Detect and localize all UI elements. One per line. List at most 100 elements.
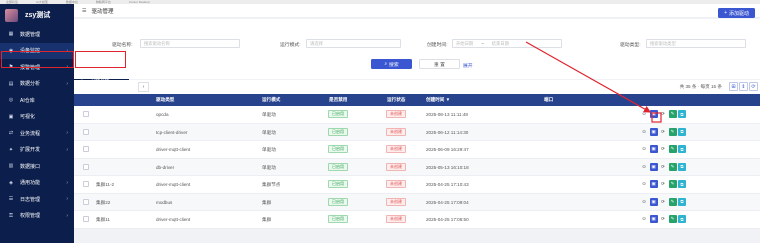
- total-count: 共 35 条 · 每页 15 条: [679, 84, 722, 89]
- sidebar-item-data-api[interactable]: ▥ 数据接口: [0, 158, 74, 175]
- sync-icon[interactable]: ⟳: [659, 198, 667, 206]
- edit-icon[interactable]: ✎: [668, 110, 677, 118]
- sidebar-item-label: 数据接口: [20, 163, 41, 170]
- column-header[interactable]: 是否禁用: [329, 97, 347, 103]
- row-actions: ⊙ ▣ ⟳ ✎ ⧉: [640, 215, 686, 223]
- sidebar-item-ai[interactable]: ◎ AI仓库: [0, 92, 74, 109]
- edit-icon[interactable]: ✎: [668, 215, 677, 223]
- menu-fold-icon[interactable]: ☰: [82, 8, 86, 14]
- date-range-picker[interactable]: 开始日期 ~ 结束日期: [452, 39, 562, 48]
- lock-icon[interactable]: ⊙: [640, 180, 648, 188]
- enabled-badge: 已启用: [328, 145, 348, 153]
- monitor-icon[interactable]: ▣: [649, 127, 658, 136]
- driver-type-label: 驱动类型:: [620, 43, 641, 48]
- sidebar-item-visual[interactable]: ▣ 可视化: [0, 109, 74, 126]
- reset-button[interactable]: 重 置: [419, 59, 460, 69]
- search-button[interactable]: ⌕ 搜索: [371, 59, 412, 69]
- reset-label: 重 置: [434, 62, 445, 68]
- row-checkbox[interactable]: [83, 128, 89, 135]
- app-name: zsy测试: [25, 12, 51, 19]
- expand-link[interactable]: 展开: [463, 62, 473, 69]
- monitor-icon[interactable]: ▣: [649, 162, 658, 171]
- sidebar-item-label: 设备监控: [20, 48, 41, 55]
- row-actions: ⊙ ▣ ⟳ ✎ ⧉: [640, 197, 686, 206]
- column-header[interactable]: 运行状态: [387, 97, 405, 103]
- sync-icon[interactable]: ⟳: [659, 163, 667, 171]
- add-driver-button[interactable]: + 添加驱动: [718, 8, 755, 18]
- column-header[interactable]: 驱动类型: [156, 97, 174, 103]
- ai-icon: ◎: [8, 97, 14, 104]
- sync-icon[interactable]: ⟳: [659, 128, 667, 136]
- sidebar-item-device-monitor[interactable]: ◉ 设备监控 ›: [0, 42, 74, 59]
- edit-icon[interactable]: ✎: [668, 145, 677, 153]
- next-page-button[interactable]: ›: [138, 82, 149, 92]
- sidebar-item-common[interactable]: ◈ 通用功能 ›: [0, 175, 74, 192]
- sync-icon[interactable]: ⟳: [659, 110, 667, 118]
- mode-cell: 单驱动: [262, 147, 276, 152]
- copy-icon[interactable]: ⧉: [678, 162, 686, 171]
- driver-name-input[interactable]: 搜索驱动名称: [140, 39, 240, 48]
- edit-icon[interactable]: ✎: [668, 127, 677, 136]
- row-checkbox[interactable]: [83, 146, 89, 152]
- sidebar-item-log[interactable]: ☰ 日志管理 ›: [0, 191, 74, 208]
- copy-icon[interactable]: ⧉: [678, 110, 686, 118]
- sidebar: zsy测试 ▦ 数据管理 ◉ 设备监控 › ⚑ 报警管理 › ▤ 数据分析 › ◎ A…: [0, 4, 74, 243]
- sync-icon[interactable]: ⟳: [659, 215, 667, 223]
- monitor-icon[interactable]: ▣: [649, 197, 658, 206]
- density-icon[interactable]: ⇕: [739, 82, 748, 91]
- row-checkbox[interactable]: [83, 163, 89, 170]
- refresh-icon[interactable]: ⟳: [749, 82, 758, 91]
- monitor-icon[interactable]: ▣: [649, 145, 658, 153]
- table-row: opcda 单驱动 已启用 未创建 2025-08-13 11:11:48 ⊙ …: [74, 106, 760, 124]
- sidebar-item-workflow[interactable]: ⇄ 业务流程 ›: [0, 125, 74, 142]
- lock-icon[interactable]: ⊙: [640, 198, 648, 206]
- monitor-icon[interactable]: ▣: [649, 180, 658, 188]
- table-row: 集群22 modbus 集群 已启用 未创建 2025-04-25 17:09:…: [74, 193, 760, 211]
- mode-select[interactable]: 请选择: [306, 39, 401, 48]
- row-actions: ⊙ ▣ ⟳ ✎ ⧉: [640, 110, 686, 118]
- monitor-icon[interactable]: ▣: [649, 110, 658, 118]
- chevron-right-icon: ›: [66, 64, 68, 71]
- row-checkbox[interactable]: [83, 216, 89, 222]
- column-header[interactable]: 创建时间 ▼: [426, 97, 450, 103]
- sidebar-item-analysis[interactable]: ▤ 数据分析 ›: [0, 76, 74, 93]
- edit-icon[interactable]: ✎: [668, 197, 677, 206]
- copy-icon[interactable]: ⧉: [678, 215, 686, 223]
- lock-icon[interactable]: ⊙: [640, 128, 648, 136]
- driver-type-cell: tcp-client-driver: [156, 129, 188, 135]
- row-checkbox[interactable]: [83, 181, 89, 187]
- lock-icon[interactable]: ⊙: [640, 163, 648, 171]
- column-header[interactable]: 运行模式: [262, 97, 280, 103]
- row-checkbox[interactable]: [83, 111, 89, 117]
- status-badge: 未创建: [386, 127, 406, 136]
- sidebar-item-alarm[interactable]: ⚑ 报警管理 ›: [0, 59, 74, 76]
- mode-cell: 集群: [262, 199, 272, 205]
- copy-icon[interactable]: ⧉: [678, 197, 686, 206]
- table-toolbar: › 共 35 条 · 每页 15 条 ⊞ ⇕ ⟳: [74, 80, 760, 94]
- copy-icon[interactable]: ⧉: [678, 127, 686, 136]
- driver-type-cell: driver-mqtt-client: [156, 182, 191, 187]
- edit-icon[interactable]: ✎: [668, 162, 677, 171]
- driver-table: 驱动类型 运行模式 是否禁用 运行状态 创建时间 ▼ 端口 opcda 单驱动 已启用 未…: [74, 94, 760, 229]
- sync-icon[interactable]: ⟳: [659, 180, 667, 188]
- created-time-cell: 2025-08-13 11:11:48: [426, 112, 468, 117]
- sidebar-item-permission[interactable]: ⚿ 权限管理 ›: [0, 208, 74, 225]
- table-row: 集群11 driver-mqtt-client 集群 已启用 未创建 2025-…: [74, 211, 760, 229]
- sidebar-item-extension[interactable]: ✦ 扩展开发 ›: [0, 142, 74, 159]
- column-header[interactable]: 端口: [544, 97, 553, 103]
- column-settings-icon[interactable]: ⊞: [729, 82, 738, 91]
- copy-icon[interactable]: ⧉: [678, 180, 686, 188]
- lock-icon[interactable]: ⊙: [640, 215, 648, 223]
- end-date-placeholder: 结束日期: [491, 40, 509, 46]
- copy-icon[interactable]: ⧉: [678, 145, 686, 153]
- sync-icon[interactable]: ⟳: [659, 145, 667, 153]
- monitor-icon[interactable]: ▣: [649, 215, 658, 223]
- log-icon: ☰: [8, 196, 14, 203]
- lock-icon[interactable]: ⊙: [640, 110, 648, 118]
- driver-type-input[interactable]: 搜索驱动类型: [646, 39, 746, 48]
- edit-icon[interactable]: ✎: [668, 180, 677, 188]
- row-actions: ⊙ ▣ ⟳ ✎ ⧉: [640, 127, 686, 136]
- lock-icon[interactable]: ⊙: [640, 145, 648, 153]
- sidebar-item-dashboard[interactable]: ▦ 数据管理: [0, 26, 74, 43]
- row-checkbox[interactable]: [83, 198, 89, 205]
